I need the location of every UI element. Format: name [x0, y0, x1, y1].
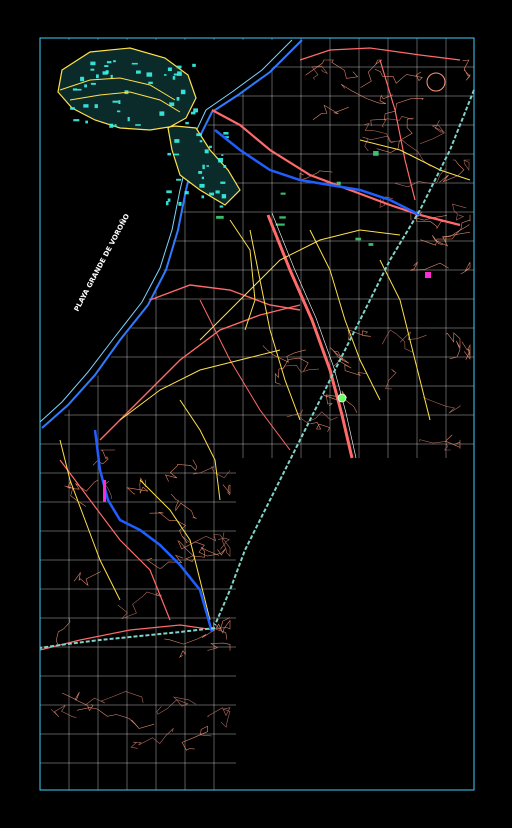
building-56 — [209, 145, 212, 149]
building-62 — [199, 183, 205, 188]
building-68 — [221, 154, 224, 156]
building-48 — [76, 88, 82, 91]
building-38 — [173, 153, 180, 156]
building-55 — [202, 164, 205, 170]
building-6 — [106, 61, 112, 64]
building-71 — [127, 117, 130, 122]
building-33 — [85, 120, 88, 124]
building-45 — [109, 123, 114, 128]
building-65 — [198, 171, 203, 174]
building-5 — [148, 81, 153, 84]
building-14 — [174, 139, 180, 143]
building-46 — [221, 194, 227, 199]
building-16 — [176, 178, 182, 181]
building-79 — [216, 215, 224, 219]
building-34 — [105, 70, 109, 74]
cad-map-canvas: PLAYA GRANDE DE VOROÑO — [0, 0, 512, 828]
building-3 — [131, 62, 138, 65]
building-24 — [196, 133, 202, 137]
building-59 — [72, 88, 77, 91]
building-49 — [90, 61, 96, 66]
building-60 — [80, 76, 85, 82]
building-15 — [113, 60, 116, 63]
building-21 — [167, 67, 172, 71]
building-63 — [193, 108, 198, 113]
building-51 — [104, 65, 109, 67]
building-40 — [96, 74, 99, 79]
building-1 — [172, 76, 176, 80]
building-58 — [206, 165, 209, 167]
building-37 — [180, 89, 186, 95]
survey-marker — [337, 393, 347, 403]
building-57 — [90, 68, 95, 71]
building-73 — [112, 100, 119, 103]
building-29 — [178, 202, 182, 206]
building-4 — [199, 140, 203, 143]
building-8 — [223, 132, 229, 135]
building-13 — [215, 190, 220, 194]
building-12 — [166, 190, 172, 194]
building-72 — [176, 65, 182, 69]
building-52 — [167, 152, 171, 156]
building-30 — [209, 192, 214, 196]
building-47 — [223, 165, 227, 168]
building-53 — [177, 71, 182, 76]
building-42 — [83, 104, 89, 108]
building-64 — [192, 63, 196, 67]
building-36 — [117, 110, 121, 113]
building-11 — [136, 70, 141, 74]
building-39 — [70, 107, 75, 110]
building-67 — [84, 84, 87, 88]
building-32 — [220, 181, 226, 184]
building-78 — [355, 237, 362, 241]
building-75 — [279, 216, 286, 219]
building-50 — [176, 97, 180, 101]
building-76 — [373, 151, 379, 156]
building-69 — [90, 82, 96, 85]
building-2 — [204, 149, 209, 154]
building-10 — [219, 205, 224, 208]
building-25 — [164, 74, 167, 76]
building-26 — [184, 191, 189, 195]
building-70 — [114, 124, 117, 127]
building-28 — [135, 124, 141, 126]
building-77 — [280, 192, 286, 195]
building-27 — [73, 119, 80, 122]
empty-sheet-area — [236, 458, 474, 790]
building-43 — [201, 195, 205, 199]
building-41 — [173, 73, 178, 76]
magenta-feature-2 — [425, 272, 431, 278]
magenta-feature — [103, 480, 106, 502]
building-66 — [118, 100, 121, 104]
building-20 — [146, 72, 153, 77]
building-35 — [218, 158, 224, 163]
building-17 — [201, 176, 204, 180]
building-54 — [185, 121, 189, 125]
building-61 — [94, 104, 98, 109]
building-74 — [368, 243, 374, 246]
building-19 — [159, 111, 165, 116]
building-31 — [166, 201, 169, 206]
